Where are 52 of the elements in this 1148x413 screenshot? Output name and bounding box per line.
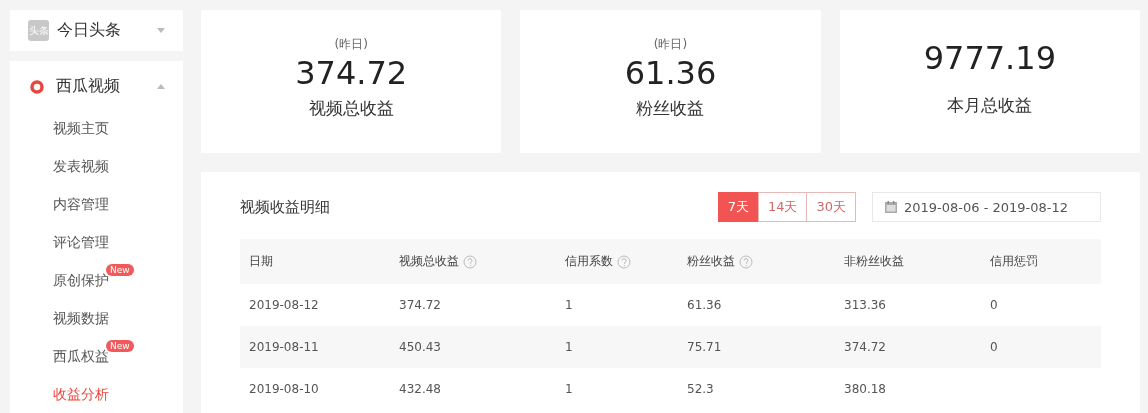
help-icon[interactable] [463,254,477,269]
stat-note: (昨日) [653,36,688,53]
stat-note: (昨日) [334,36,368,53]
new-badge: New [106,264,134,276]
table-cell: 2019-08-12 [249,298,319,312]
column-header: 视频总收益 [399,253,459,270]
table-cell: 432.48 [399,382,441,396]
sidebar-title: 今日头条 [57,20,122,41]
column-header: 日期 [249,253,273,270]
table-cell: 1 [565,298,573,312]
column-header: 粉丝收益 [687,253,735,270]
stat-label: 视频总收益 [308,97,394,120]
table-cell: 2019-08-10 [249,382,319,396]
section-title: 视频收益明细 [240,197,331,217]
ring-icon [30,79,44,94]
table-cell: 380.18 [844,382,886,396]
sidebar-item[interactable]: 内容管理 [53,196,109,212]
stat-value: 9777.19 [923,38,1056,78]
sidebar-item[interactable]: 评论管理 [53,234,109,250]
column-header: 信用系数 [565,253,613,270]
stat-value: 374.72 [295,53,408,93]
help-icon[interactable] [617,254,631,269]
table-cell: 52.3 [687,382,714,396]
help-icon[interactable] [739,254,753,269]
table-cell: 2019-08-11 [249,340,319,354]
date-range-field[interactable]: 2019-08-06 - 2019-08-12 [872,192,1101,222]
sidebar-item[interactable]: 原创保护 [53,272,109,288]
calendar-icon [885,201,897,213]
table-cell: 61.36 [687,298,722,312]
sidebar-item[interactable]: 发表视频 [53,158,109,174]
stat-label: 粉丝收益 [636,97,705,120]
table-cell: 75.71 [687,340,722,354]
column-header: 非粉丝收益 [844,253,904,270]
range-tab[interactable]: 14天 [757,192,808,222]
table-cell: 1 [565,382,573,396]
column-header: 信用惩罚 [990,253,1038,270]
sidebar-item[interactable]: 视频数据 [53,310,109,326]
stat-value: 61.36 [624,53,717,93]
table-cell: 0 [990,340,998,354]
table-cell: 1 [565,340,573,354]
stat-label: 本月总收益 [947,94,1033,117]
table-cell: 0 [990,298,998,312]
sidebar-item[interactable]: 收益分析 [53,386,109,402]
range-tab[interactable]: 30天 [806,192,856,222]
table-cell: 374.72 [844,340,886,354]
sidebar-item[interactable]: 西瓜权益 [53,348,109,364]
table-cell: 313.36 [844,298,886,312]
table-cell: 374.72 [399,298,441,312]
new-badge: New [106,340,134,352]
table-cell: 450.43 [399,340,441,354]
group-title: 西瓜视频 [56,76,121,97]
sidebar-item[interactable]: 视频主页 [53,120,109,136]
